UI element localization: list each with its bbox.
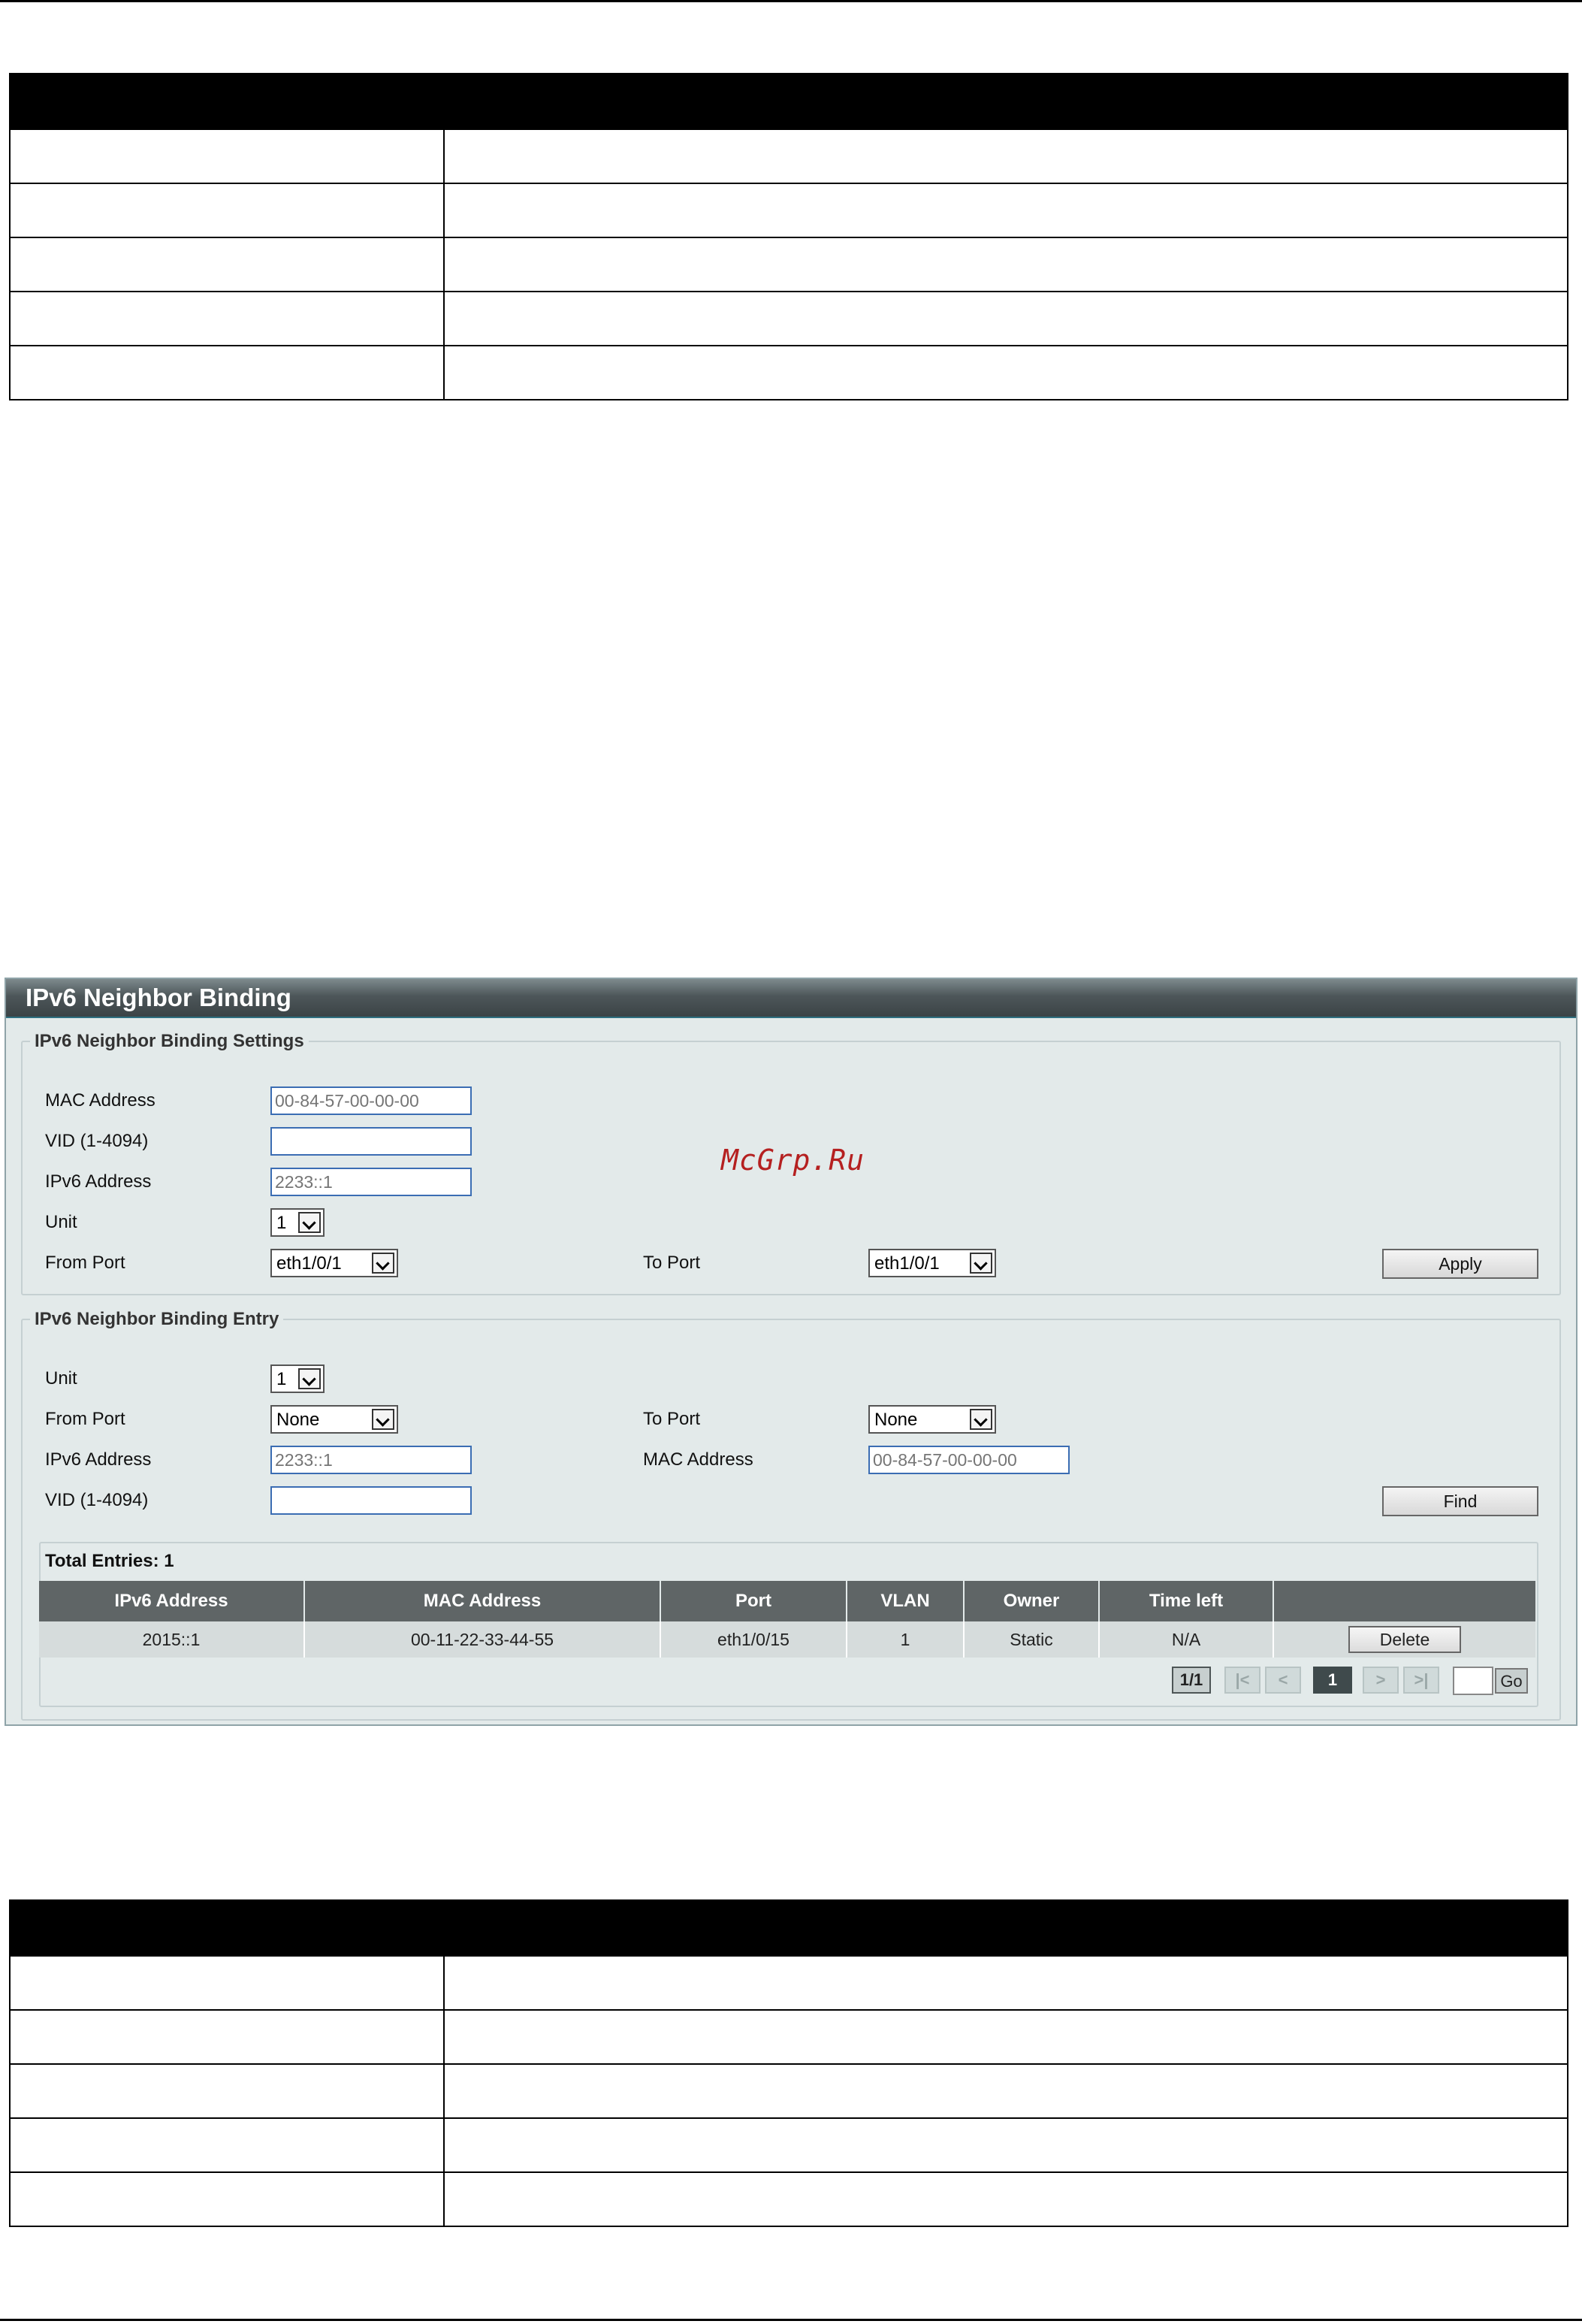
- col-time-left: Time left: [1099, 1581, 1274, 1621]
- chevron-down-icon: [372, 1253, 394, 1274]
- col-owner: Owner: [964, 1581, 1100, 1621]
- settings-legend: IPv6 Neighbor Binding Settings: [35, 1031, 304, 1051]
- cell-action: Delete: [1273, 1621, 1535, 1658]
- results-table: IPv6 Address MAC Address Port VLAN Owner…: [39, 1581, 1535, 1658]
- entry-from-port-select[interactable]: None: [270, 1405, 398, 1434]
- apply-button[interactable]: Apply: [1382, 1249, 1538, 1279]
- from-port-select[interactable]: eth1/0/1: [270, 1249, 398, 1277]
- table-row: [11, 2009, 1567, 2063]
- to-port-select[interactable]: eth1/0/1: [868, 1249, 996, 1277]
- cell-vlan: 1: [847, 1621, 965, 1658]
- entry-mac-label: MAC Address: [643, 1449, 753, 1470]
- chevron-down-icon: [970, 1253, 992, 1274]
- entry-to-port-label: To Port: [643, 1409, 701, 1429]
- cell-owner: Static: [964, 1621, 1100, 1658]
- from-port-label: From Port: [45, 1253, 125, 1273]
- first-page-button[interactable]: |<: [1224, 1667, 1260, 1694]
- chevron-down-icon: [298, 1368, 321, 1389]
- to-port-label: To Port: [643, 1253, 701, 1273]
- page-info: 1/1: [1172, 1667, 1211, 1694]
- table-row: [11, 237, 1567, 291]
- vid-input[interactable]: [270, 1127, 472, 1156]
- chevron-down-icon: [372, 1409, 394, 1430]
- table-row: [11, 128, 1567, 183]
- last-page-button[interactable]: >|: [1403, 1667, 1439, 1694]
- table-row: [11, 2171, 1567, 2226]
- table-row: [11, 2063, 1567, 2117]
- bottom-rule: [0, 2319, 1582, 2321]
- entry-ipv6-input[interactable]: [270, 1446, 472, 1474]
- table-row: [11, 183, 1567, 237]
- parameter-table-bottom: [9, 1899, 1568, 2227]
- col-vlan: VLAN: [847, 1581, 965, 1621]
- entry-ipv6-label: IPv6 Address: [45, 1449, 152, 1470]
- total-entries: Total Entries: 1: [45, 1551, 174, 1571]
- entry-unit-label: Unit: [45, 1368, 77, 1389]
- chevron-down-icon: [970, 1409, 992, 1430]
- table-row: [11, 291, 1567, 345]
- unit-select[interactable]: 1: [270, 1208, 325, 1237]
- chevron-down-icon: [298, 1212, 321, 1233]
- mac-address-input[interactable]: [270, 1086, 472, 1115]
- mac-address-label: MAC Address: [45, 1090, 155, 1111]
- prev-page-button[interactable]: <: [1265, 1667, 1301, 1694]
- entry-to-port-select[interactable]: None: [868, 1405, 996, 1434]
- delete-button[interactable]: Delete: [1348, 1626, 1461, 1653]
- entry-legend: IPv6 Neighbor Binding Entry: [35, 1309, 279, 1329]
- ipv6-address-input[interactable]: [270, 1168, 472, 1196]
- next-page-button[interactable]: >: [1363, 1667, 1399, 1694]
- parameter-table-top: [9, 73, 1568, 400]
- table-row: [11, 345, 1567, 399]
- entry-from-port-label: From Port: [45, 1409, 125, 1429]
- current-page-button[interactable]: 1: [1313, 1667, 1352, 1694]
- cell-ipv6: 2015::1: [39, 1621, 305, 1658]
- entry-vid-label: VID (1-4094): [45, 1490, 149, 1510]
- panel-title-bar: IPv6 Neighbor Binding: [6, 979, 1576, 1018]
- entry-mac-input[interactable]: [868, 1446, 1070, 1474]
- find-button[interactable]: Find: [1382, 1486, 1538, 1516]
- table-row: [11, 2117, 1567, 2171]
- cell-time-left: N/A: [1099, 1621, 1274, 1658]
- col-port: Port: [660, 1581, 847, 1621]
- entry-unit-select[interactable]: 1: [270, 1364, 325, 1393]
- page-number-input[interactable]: [1453, 1667, 1493, 1695]
- table-header: [11, 1901, 1567, 1955]
- table-header: [11, 74, 1567, 128]
- vid-label: VID (1-4094): [45, 1131, 149, 1151]
- panel-title: IPv6 Neighbor Binding: [26, 984, 291, 1011]
- entry-vid-input[interactable]: [270, 1486, 472, 1515]
- unit-label: Unit: [45, 1212, 77, 1232]
- cell-mac: 00-11-22-33-44-55: [304, 1621, 661, 1658]
- ipv6-address-label: IPv6 Address: [45, 1171, 152, 1192]
- table-row: 2015::1 00-11-22-33-44-55 eth1/0/15 1 St…: [39, 1621, 1535, 1658]
- col-mac-address: MAC Address: [304, 1581, 661, 1621]
- cell-port: eth1/0/15: [660, 1621, 847, 1658]
- go-button[interactable]: Go: [1495, 1668, 1528, 1694]
- table-row: [11, 1955, 1567, 2009]
- top-rule: [0, 0, 1582, 2]
- col-action: [1273, 1581, 1535, 1621]
- col-ipv6-address: IPv6 Address: [39, 1581, 305, 1621]
- watermark: McGrp.Ru: [721, 1144, 865, 1177]
